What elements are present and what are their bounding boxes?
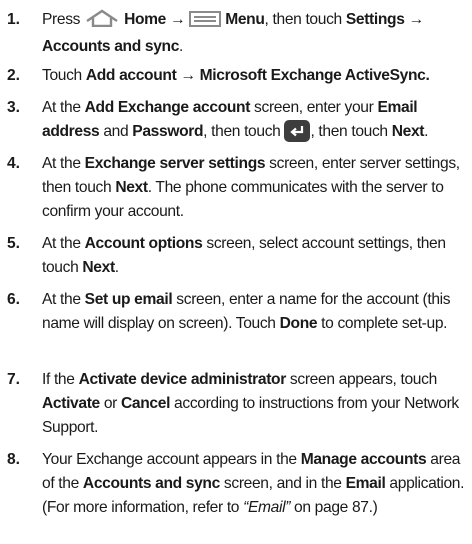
step-number: 1. [7, 11, 21, 28]
step-text: Press Home → Menu, then touch Settings →… [42, 9, 424, 55]
step-number: 7. [7, 371, 21, 388]
step-text: At the Add Exchange account screen, ente… [42, 99, 429, 142]
step-number: 3. [7, 99, 21, 116]
step-text: If the Activate device administrator scr… [42, 371, 459, 436]
home-icon [84, 9, 120, 35]
step-number: 8. [7, 451, 21, 468]
step-number: 6. [7, 291, 21, 308]
menu-icon [189, 11, 222, 35]
enter-key-icon [284, 120, 311, 142]
instructions-page: { "steps": [ { "number": "1.", "parts": … [0, 0, 472, 544]
step-text: At the Exchange server settings screen, … [42, 155, 460, 220]
step-number: 4. [7, 155, 21, 172]
step-text: At the Account options screen, select ac… [42, 235, 446, 276]
step-text: Your Exchange account appears in the Man… [42, 451, 465, 516]
step-text: At the Set up email screen, enter a name… [42, 291, 451, 332]
step-number: 2. [7, 67, 21, 84]
step-number: 5. [7, 235, 21, 252]
step-text: Touch Add account → Microsoft Exchange A… [42, 67, 430, 84]
cross-reference[interactable]: “Email” [243, 499, 290, 516]
